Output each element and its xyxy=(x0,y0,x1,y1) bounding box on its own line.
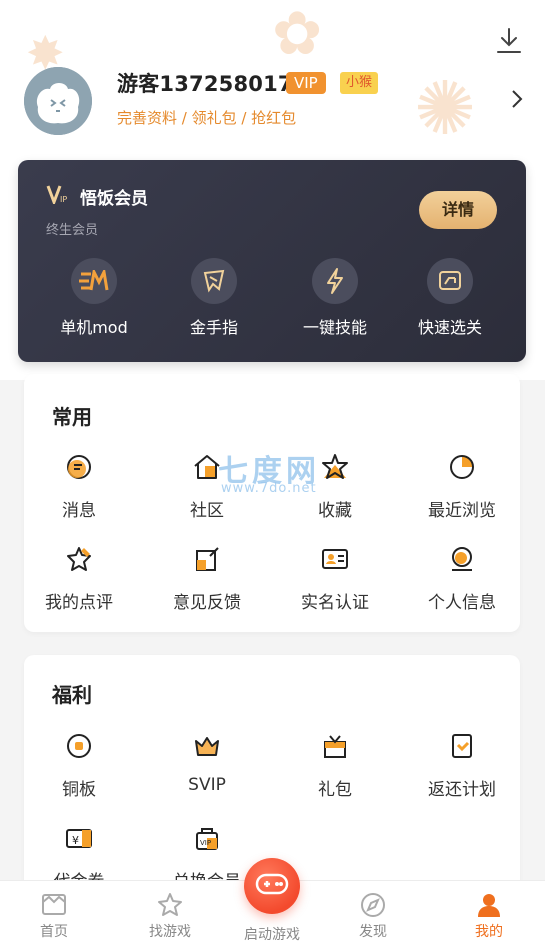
grid-item-label: 实名认证 xyxy=(301,593,369,613)
grid-item-label: 我的点评 xyxy=(45,593,113,613)
star-icon xyxy=(320,452,350,482)
svg-text:IP: IP xyxy=(60,195,67,204)
tab-label: 我的 xyxy=(475,924,503,940)
grid-item-label: 社区 xyxy=(190,501,224,521)
chevron-right-icon[interactable] xyxy=(508,88,526,110)
section-title: 常用 xyxy=(52,405,92,429)
download-icon[interactable] xyxy=(494,26,524,56)
avatar[interactable] xyxy=(24,67,92,135)
svg-text:VIP: VIP xyxy=(200,839,211,847)
grid-item-personal-info[interactable]: 个人信息 xyxy=(400,544,524,613)
grid-item-label: 礼包 xyxy=(318,780,352,800)
vip-logo-icon: IP xyxy=(46,184,70,207)
vip-badge: VIP xyxy=(286,72,326,94)
grid-item-label: 消息 xyxy=(62,501,96,521)
grid-item-message[interactable]: 消息 xyxy=(17,452,141,521)
grid-item-review[interactable]: 我的点评 xyxy=(17,544,141,613)
common-section: 常用 消息 社区 收藏 最近浏览 我的点评 意见反馈 实名认证 个人信息 xyxy=(24,374,520,632)
tab-label: 首页 xyxy=(40,924,68,940)
review-icon xyxy=(64,544,94,574)
grid-item-label: 最近浏览 xyxy=(428,501,496,521)
vip-feature-level[interactable]: 快速选关 xyxy=(395,258,505,338)
grid-item-history[interactable]: 最近浏览 xyxy=(400,452,524,521)
watermark-url: www.7do.net xyxy=(221,481,317,496)
grid-item-label: 返还计划 xyxy=(428,780,496,800)
grid-item-label: 铜板 xyxy=(62,780,96,800)
tab-home[interactable]: 首页 xyxy=(4,881,104,944)
vip-feature-skill[interactable]: 一键技能 xyxy=(280,258,390,338)
grid-item-realname[interactable]: 实名认证 xyxy=(273,544,397,613)
grid-item-gift[interactable]: 礼包 xyxy=(273,731,397,800)
voucher-icon: ¥ xyxy=(64,823,94,853)
refund-icon xyxy=(447,731,477,761)
level-select-icon xyxy=(427,258,473,304)
vip-feature-label: 单机mod xyxy=(60,318,128,337)
mod-icon xyxy=(71,258,117,304)
profile-links[interactable]: 完善资料 / 领礼包 / 抢红包 xyxy=(117,107,296,128)
vip-feature-cheat[interactable]: 金手指 xyxy=(159,258,269,338)
vip-subtitle: 终生会员 xyxy=(46,223,99,238)
profile-icon xyxy=(475,891,503,919)
id-card-icon xyxy=(320,544,350,574)
grid-item-feedback[interactable]: 意见反馈 xyxy=(145,544,269,613)
launch-game-button[interactable] xyxy=(244,858,300,914)
tab-label: 发现 xyxy=(359,924,387,940)
grid-item-refund[interactable]: 返还计划 xyxy=(400,731,524,800)
svg-text:¥: ¥ xyxy=(72,834,79,847)
detail-button[interactable]: 详情 xyxy=(419,191,497,229)
gift-icon xyxy=(320,731,350,761)
crown-icon xyxy=(192,731,222,761)
gamepad-icon xyxy=(255,872,289,900)
level-badge: 小猴 xyxy=(340,72,379,94)
tab-mine[interactable]: 我的 xyxy=(439,881,539,944)
vip-feature-label: 快速选关 xyxy=(417,318,482,337)
vip-title: 悟饭会员 xyxy=(80,189,148,209)
username: 游客137258017 xyxy=(117,72,293,96)
coin-icon xyxy=(64,731,94,761)
cheat-icon xyxy=(191,258,237,304)
vip-feature-label: 金手指 xyxy=(189,318,238,337)
find-game-icon xyxy=(156,891,184,919)
person-info-icon xyxy=(447,544,477,574)
vip-membership-card[interactable]: IP 悟饭会员 终生会员 详情 单机mod 金手指 一键技能 快速选关 xyxy=(18,160,526,362)
feedback-icon xyxy=(192,544,222,574)
vip-feature-mod[interactable]: 单机mod xyxy=(39,258,149,338)
tab-discover[interactable]: 发现 xyxy=(323,881,423,944)
vip-bag-icon: VIP xyxy=(192,823,222,853)
tab-label: 找游戏 xyxy=(149,924,191,940)
message-icon xyxy=(64,452,94,482)
home-icon xyxy=(40,891,68,919)
profile-header[interactable]: 游客137258017 VIP 小猴 完善资料 / 领礼包 / 抢红包 xyxy=(0,0,545,160)
compass-icon xyxy=(359,891,387,919)
history-icon xyxy=(447,452,477,482)
vip-feature-label: 一键技能 xyxy=(302,318,367,337)
grid-item-svip[interactable]: SVIP xyxy=(145,731,269,795)
section-title: 福利 xyxy=(52,683,92,707)
grid-item-label: 收藏 xyxy=(318,501,352,521)
grid-item-coin[interactable]: 铜板 xyxy=(17,731,141,800)
tab-launch-game-label[interactable]: 启动游戏 xyxy=(222,924,322,944)
grid-item-label: 意见反馈 xyxy=(173,593,241,613)
lightning-icon xyxy=(312,258,358,304)
grid-item-label: SVIP xyxy=(188,775,226,795)
tab-find-game[interactable]: 找游戏 xyxy=(120,881,220,944)
grid-item-label: 个人信息 xyxy=(428,593,496,613)
